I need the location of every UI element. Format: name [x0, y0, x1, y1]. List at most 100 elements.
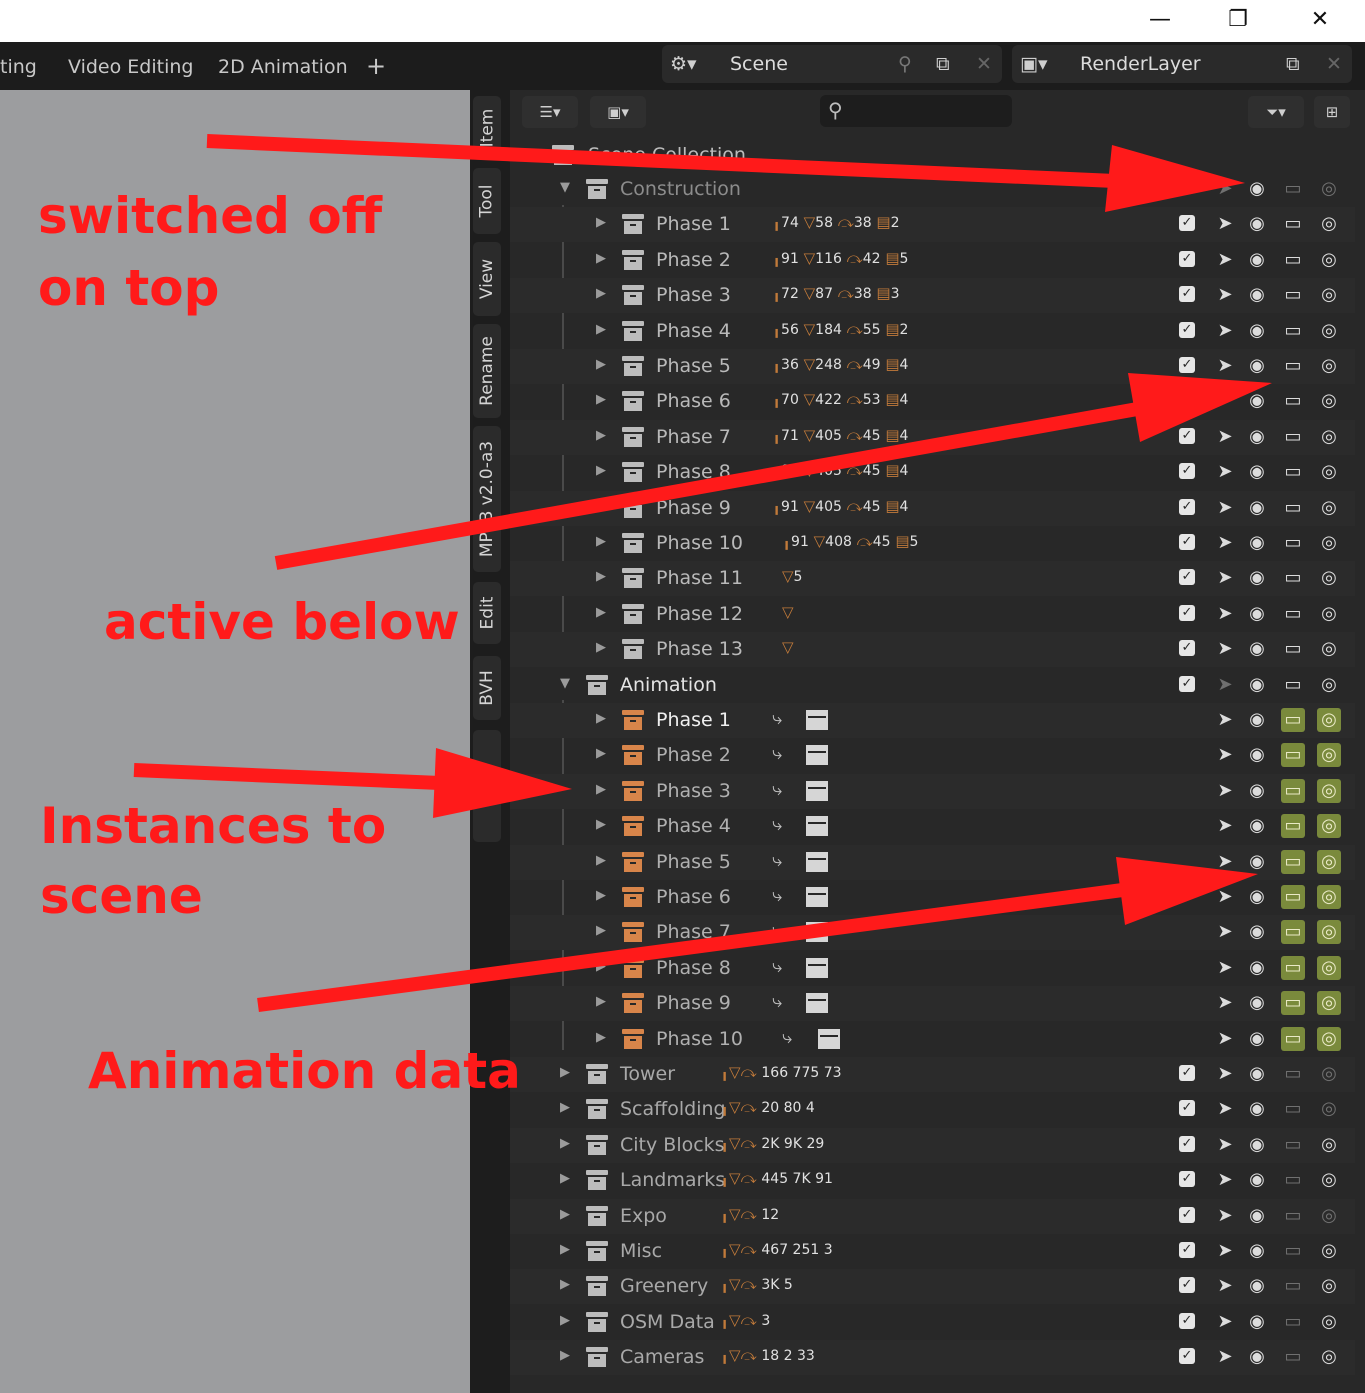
outliner-row[interactable]: ▶ Phase 3 ╻72 ▽87 ⤼38 ▤3 ✓ ➤ ◉ ▭ ◎	[510, 278, 1355, 314]
eye-icon[interactable]: ◉	[1245, 850, 1269, 874]
viewport-icon[interactable]: ▭	[1281, 248, 1305, 272]
expand-arrow-icon[interactable]: ▶	[596, 959, 606, 974]
outliner-row[interactable]: ▶ Phase 1 ╻74 ▽58 ⤼38 ▤2 ✓ ➤ ◉ ▭ ◎	[510, 207, 1355, 243]
expand-arrow-icon[interactable]: ▶	[596, 994, 606, 1009]
viewport-icon[interactable]: ▭	[1281, 1133, 1305, 1157]
exclude-checkbox[interactable]: ✓	[1179, 463, 1195, 480]
expand-arrow-icon[interactable]: ▶	[560, 1242, 570, 1257]
eye-icon[interactable]: ◉	[1245, 1310, 1269, 1334]
viewport-icon[interactable]: ▭	[1281, 212, 1305, 236]
exclude-checkbox[interactable]: ✓	[1179, 1206, 1195, 1223]
eye-icon[interactable]: ◉	[1245, 212, 1269, 236]
eye-icon[interactable]: ◉	[1245, 354, 1269, 378]
eye-icon[interactable]: ◉	[1245, 602, 1269, 626]
eye-icon[interactable]: ◉	[1245, 1062, 1269, 1086]
viewport-icon[interactable]: ▭	[1281, 460, 1305, 484]
selectable-icon[interactable]: ➤	[1213, 1310, 1237, 1334]
selectable-icon[interactable]: ➤	[1213, 389, 1237, 413]
eye-icon[interactable]: ◉	[1245, 1133, 1269, 1157]
outliner-row[interactable]: ▼ Construction ➤ ◉ ▭ ◎	[510, 172, 1355, 207]
exclude-checkbox[interactable]: ✓	[1179, 427, 1195, 444]
outliner-row[interactable]: ▶ Phase 8 ⤷ ➤ ◉ ▭ ◎	[510, 951, 1355, 986]
render-camera-icon[interactable]: ◎	[1317, 354, 1341, 378]
viewport-icon[interactable]: ▭	[1281, 920, 1305, 945]
eye-icon[interactable]: ◉	[1245, 673, 1269, 697]
expand-arrow-icon[interactable]: ▶	[596, 888, 606, 903]
expand-arrow-icon[interactable]: ▶	[596, 251, 606, 266]
view-layer-selector[interactable]: ▣▾ RenderLayer ⧉ ✕	[1012, 45, 1352, 83]
scene-selector[interactable]: ⚙▾ Scene ⚲ ⧉ ✕	[662, 45, 1002, 83]
eye-icon[interactable]: ◉	[1245, 920, 1269, 944]
selectable-icon[interactable]: ➤	[1213, 1345, 1237, 1369]
render-camera-icon[interactable]: ◎	[1317, 743, 1341, 768]
expand-arrow-icon[interactable]: ▶	[596, 534, 606, 549]
exclude-checkbox[interactable]: ✓	[1179, 215, 1195, 232]
exclude-checkbox[interactable]: ✓	[1179, 321, 1195, 338]
selectable-icon[interactable]: ➤	[1213, 850, 1237, 874]
viewport-icon[interactable]: ▭	[1281, 283, 1305, 307]
tab-rename[interactable]: Rename	[473, 324, 501, 418]
eye-icon[interactable]: ◉	[1245, 177, 1269, 201]
eye-icon[interactable]: ◉	[1245, 283, 1269, 307]
render-camera-icon[interactable]: ◎	[1317, 1239, 1341, 1263]
minimize-icon[interactable]: —	[1140, 6, 1180, 34]
outliner-row[interactable]: ▶ Phase 5 ╻36 ▽248 ⤼49 ▤4 ✓ ➤ ◉ ▭ ◎	[510, 349, 1355, 384]
outliner-row[interactable]: ▶ Expo ╻▽⤼ 12 ✓ ➤ ◉ ▭ ◎	[510, 1198, 1355, 1234]
selectable-icon[interactable]: ➤	[1213, 354, 1237, 378]
selectable-icon[interactable]: ➤	[1213, 1204, 1237, 1228]
viewport-icon[interactable]: ▭	[1281, 389, 1305, 413]
selectable-icon[interactable]: ➤	[1213, 566, 1237, 590]
display-mode-dropdown[interactable]: ☰▾	[522, 96, 578, 128]
render-camera-icon[interactable]: ◎	[1317, 1097, 1341, 1121]
eye-icon[interactable]: ◉	[1245, 956, 1269, 980]
exclude-checkbox[interactable]: ✓	[1179, 250, 1195, 267]
expand-arrow-icon[interactable]: ▶	[596, 357, 606, 372]
eye-icon[interactable]: ◉	[1245, 637, 1269, 661]
delete-scene-icon[interactable]: ✕	[976, 53, 992, 75]
expand-arrow-icon[interactable]: ▶	[596, 853, 606, 868]
render-camera-icon[interactable]: ◎	[1317, 1026, 1341, 1051]
exclude-checkbox[interactable]: ✓	[1179, 1100, 1195, 1117]
new-collection-button[interactable]: ⊞	[1314, 96, 1350, 128]
outliner-row[interactable]: ▶ Phase 5 ⤷ ➤ ◉ ▭ ◎	[510, 844, 1355, 880]
render-camera-icon[interactable]: ◎	[1317, 1204, 1341, 1228]
selectable-icon[interactable]: ➤	[1213, 814, 1237, 838]
viewport-icon[interactable]: ▭	[1281, 602, 1305, 626]
selectable-icon[interactable]: ➤	[1213, 283, 1237, 307]
expand-arrow-icon[interactable]: ▶	[596, 322, 606, 337]
selectable-icon[interactable]: ➤	[1213, 496, 1237, 520]
selectable-icon[interactable]: ➤	[1213, 602, 1237, 626]
viewport-icon[interactable]: ▭	[1281, 1097, 1305, 1121]
outliner-row[interactable]: ▶ Phase 7 ⤷ ➤ ◉ ▭ ◎	[510, 915, 1355, 951]
eye-icon[interactable]: ◉	[1245, 319, 1269, 343]
render-camera-icon[interactable]: ◎	[1317, 814, 1341, 839]
exclude-checkbox[interactable]: ✓	[1179, 1277, 1195, 1294]
tab-item[interactable]: Item	[473, 96, 501, 160]
viewport-icon[interactable]: ▭	[1281, 849, 1305, 874]
outliner-row[interactable]: ▶ OSM Data ╻▽⤼ 3 ✓ ➤ ◉ ▭ ◎	[510, 1305, 1355, 1340]
outliner-row[interactable]: ▶ Phase 6 ╻70 ▽422 ⤼53 ▤4 ✓ ➤ ◉ ▭ ◎	[510, 384, 1355, 419]
viewport-icon[interactable]: ▭	[1281, 1310, 1305, 1334]
expand-arrow-icon[interactable]: ▶	[596, 286, 606, 301]
render-camera-icon[interactable]: ◎	[1317, 177, 1341, 201]
expand-arrow-icon[interactable]: ▶	[596, 392, 606, 407]
exclude-checkbox[interactable]: ✓	[1179, 569, 1195, 586]
exclude-checkbox[interactable]: ✓	[1179, 498, 1195, 515]
exclude-checkbox[interactable]: ✓	[1179, 675, 1195, 692]
render-camera-icon[interactable]: ◎	[1317, 955, 1341, 980]
render-camera-icon[interactable]: ◎	[1317, 1133, 1341, 1157]
render-camera-icon[interactable]: ◎	[1317, 566, 1341, 590]
render-camera-icon[interactable]: ◎	[1317, 602, 1341, 626]
selectable-icon[interactable]: ➤	[1213, 531, 1237, 555]
render-camera-icon[interactable]: ◎	[1317, 708, 1341, 732]
outliner-row[interactable]: ▶ Phase 13 ▽ ✓ ➤ ◉ ▭ ◎	[510, 632, 1355, 668]
render-camera-icon[interactable]: ◎	[1317, 496, 1341, 520]
eye-icon[interactable]: ◉	[1245, 708, 1269, 732]
outliner-row[interactable]: ▼ Animation ✓ ➤ ◉ ▭ ◎	[510, 668, 1355, 703]
outliner-row[interactable]: ▶ Phase 4 ╻56 ▽184 ⤼55 ▤2 ✓ ➤ ◉ ▭ ◎	[510, 314, 1355, 349]
selectable-icon[interactable]: ➤	[1213, 673, 1237, 697]
eye-icon[interactable]: ◉	[1245, 779, 1269, 803]
expand-arrow-icon[interactable]: ▶	[560, 1100, 570, 1115]
expand-arrow-icon[interactable]: ▶	[560, 1348, 570, 1363]
expand-arrow-icon[interactable]: ▼	[560, 676, 570, 691]
